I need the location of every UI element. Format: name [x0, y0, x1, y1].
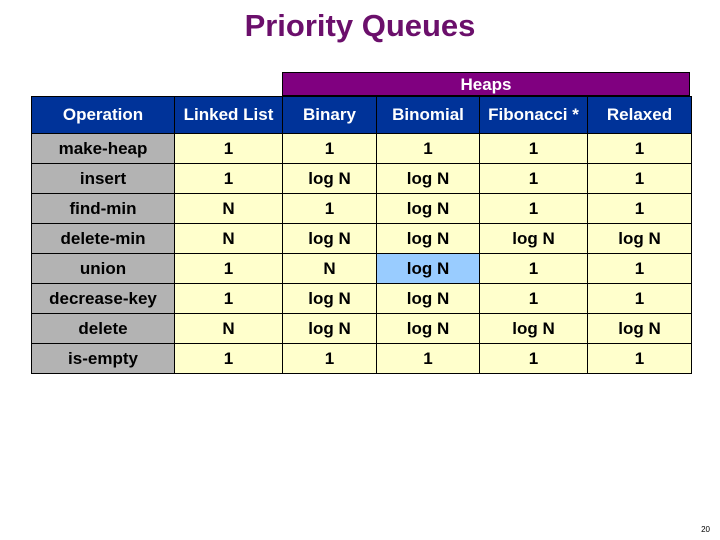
complexity-cell: log N [282, 163, 377, 194]
complexity-cell: 1 [587, 163, 692, 194]
complexity-cell: N [174, 193, 283, 224]
column-header-fibonacci: Fibonacci * [479, 96, 588, 134]
complexity-cell: N [174, 223, 283, 254]
column-header-operation: Operation [31, 96, 175, 134]
table-row: find-min N 1 log N11 [31, 193, 692, 224]
complexity-cell: 1 [282, 133, 377, 164]
complexity-cell: log N [376, 283, 480, 314]
table-row: delete Nlog Nlog Nlog Nlog N [31, 313, 692, 344]
complexity-cell: 1 [174, 343, 283, 374]
complexity-cell: log N [587, 223, 692, 254]
complexity-cell: 1 [587, 133, 692, 164]
operation-cell: decrease-key [31, 283, 175, 314]
heaps-group-header: Heaps [282, 72, 690, 96]
header-row: Operation Linked List Binary Binomial Fi… [31, 96, 692, 134]
table-row: union 1 Nlog N11 [31, 253, 692, 284]
complexity-cell: 1 [174, 283, 283, 314]
complexity-cell: 1 [479, 133, 588, 164]
complexity-cell: 1 [282, 193, 377, 224]
complexity-cell: 1 [587, 343, 692, 374]
complexity-cell: 1 [376, 343, 480, 374]
slide-title: Priority Queues [244, 8, 476, 43]
complexity-cell: log N [587, 313, 692, 344]
operation-cell: delete [31, 313, 175, 344]
complexity-cell: 1 [479, 163, 588, 194]
complexity-cell: log N [282, 223, 377, 254]
page-number: 20 [701, 525, 710, 534]
complexity-cell: log N [282, 283, 377, 314]
complexity-cell: log N [376, 193, 480, 224]
table-row: decrease-key 1 log Nlog N11 [31, 283, 692, 314]
column-header-linked-list: Linked List [174, 96, 283, 134]
complexity-cell: 1 [282, 343, 377, 374]
complexity-cell: 1 [479, 193, 588, 224]
complexity-cell: log N [376, 163, 480, 194]
column-header-binomial: Binomial [376, 96, 480, 134]
complexity-cell: 1 [376, 133, 480, 164]
column-header-relaxed: Relaxed [587, 96, 692, 134]
complexity-cell: N [174, 313, 283, 344]
complexity-cell: 1 [587, 193, 692, 224]
operation-cell: insert [31, 163, 175, 194]
complexity-cell: 1 [587, 283, 692, 314]
operation-cell: find-min [31, 193, 175, 224]
complexity-table: Operation Linked List Binary Binomial Fi… [31, 96, 692, 374]
complexity-cell: 1 [479, 343, 588, 374]
operation-cell: delete-min [31, 223, 175, 254]
complexity-cell: 1 [587, 253, 692, 284]
complexity-cell: 1 [174, 163, 283, 194]
table-row: delete-min Nlog Nlog Nlog Nlog N [31, 223, 692, 254]
table-row: is-empty 1 1 1 1 1 [31, 343, 692, 374]
complexity-cell: 1 [174, 133, 283, 164]
table-row: make-heap 1 1 1 1 1 [31, 133, 692, 164]
complexity-cell: log N [376, 313, 480, 344]
complexity-cell: log N [479, 223, 588, 254]
complexity-cell: log N [282, 313, 377, 344]
operation-cell: union [31, 253, 175, 284]
complexity-cell: log N [376, 253, 480, 284]
operation-cell: is-empty [31, 343, 175, 374]
column-header-binary: Binary [282, 96, 377, 134]
complexity-cell: N [282, 253, 377, 284]
complexity-cell: log N [376, 223, 480, 254]
operation-cell: make-heap [31, 133, 175, 164]
complexity-cell: 1 [479, 253, 588, 284]
table-row: insert 1 log Nlog N11 [31, 163, 692, 194]
complexity-cell: log N [479, 313, 588, 344]
complexity-cell: 1 [174, 253, 283, 284]
complexity-cell: 1 [479, 283, 588, 314]
